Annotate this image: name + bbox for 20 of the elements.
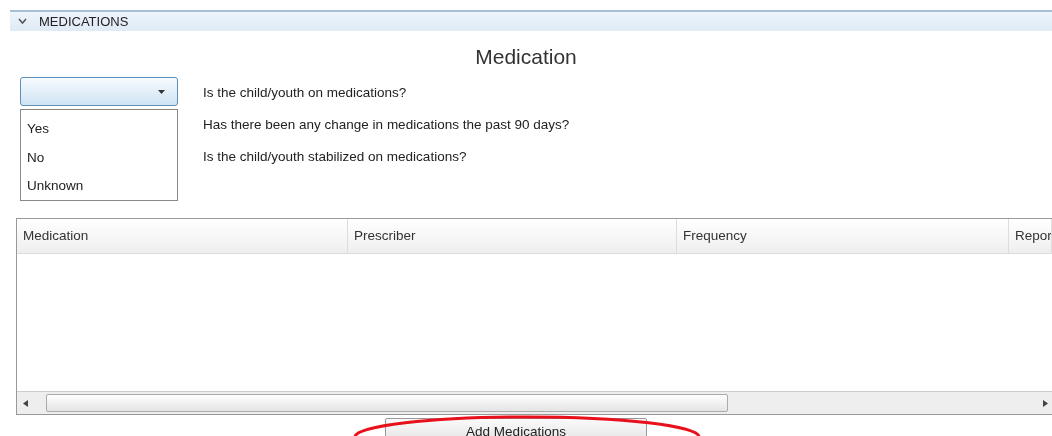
dropdown-option[interactable]: Yes bbox=[21, 114, 177, 143]
form-title: Medication bbox=[474, 45, 578, 70]
right-arrow-icon[interactable] bbox=[1043, 399, 1048, 407]
scrollbar-thumb[interactable] bbox=[46, 394, 728, 412]
horizontal-scrollbar[interactable] bbox=[17, 391, 1052, 414]
column-header[interactable]: Prescriber bbox=[348, 219, 677, 253]
question-label: Is the child/youth on medications? bbox=[203, 85, 408, 100]
question-label: Has there been any change in medications the past 90 days? bbox=[203, 117, 570, 132]
left-arrow-icon[interactable] bbox=[23, 399, 28, 407]
dropdown-field[interactable] bbox=[20, 77, 178, 106]
column-header[interactable]: Medication bbox=[17, 219, 348, 253]
dropdown-option[interactable]: No bbox=[21, 142, 177, 172]
section-title: MEDICATIONS bbox=[39, 14, 129, 29]
chevron-icon[interactable] bbox=[18, 18, 27, 25]
caret-icon bbox=[158, 89, 165, 94]
column-header[interactable]: Repor bbox=[1009, 219, 1052, 253]
section-header[interactable]: MEDICATIONS bbox=[10, 10, 1052, 31]
dropdown-option[interactable]: Unknown bbox=[21, 171, 177, 200]
column-header[interactable]: Frequency bbox=[677, 219, 1009, 253]
question-label: Is the child/youth stabilized on medications? bbox=[203, 149, 468, 164]
